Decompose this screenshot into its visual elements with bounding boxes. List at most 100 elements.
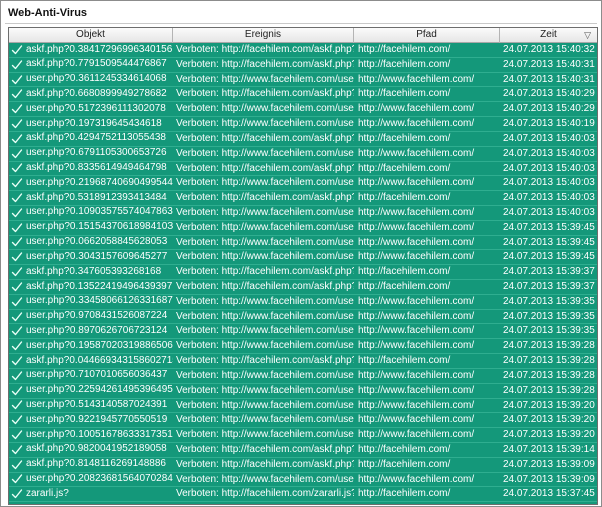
table-row[interactable]: user.php?0.5143140587024391 Verboten: htt… bbox=[9, 399, 597, 414]
table-header: Objekt Ereignis Pfad Zeit ▽ bbox=[9, 28, 597, 43]
table-row[interactable]: user.php?0.9708431526087224 Verboten: htt… bbox=[9, 310, 597, 325]
cell-objekt-text: askf.php?0.5318912393413484 bbox=[26, 191, 167, 203]
cell-objekt-text: askf.php?0.13522419496439397 bbox=[26, 280, 173, 292]
cell-pfad: http://facehilem.com/ bbox=[358, 192, 451, 204]
table-row[interactable]: user.php?0.8970626706723124 Verboten: htt… bbox=[9, 324, 597, 340]
cell-pfad: http://www.facehilem.com/ bbox=[358, 295, 475, 307]
table-row[interactable]: user.php?0.5172396111302078 Verboten: htt… bbox=[9, 102, 597, 118]
cell-objekt: zararli.js? bbox=[9, 487, 173, 501]
checkmark-icon bbox=[11, 162, 23, 174]
table-row[interactable]: user.php?0.6791105300653726 Verboten: htt… bbox=[9, 147, 597, 162]
cell-zeit: 24.07.2013 15:40:29 bbox=[503, 88, 595, 100]
cell-objekt-text: askf.php?0.347605393268168 bbox=[26, 265, 162, 277]
cell-objekt: user.php?0.9708431526087224 bbox=[9, 310, 173, 324]
cell-objekt-text: user.php?0.3611245334614068 bbox=[26, 73, 167, 85]
checkmark-icon bbox=[11, 222, 23, 234]
checkmark-icon bbox=[11, 266, 23, 278]
cell-ereignis: Verboten: http://facehilem.com/zararli.j… bbox=[176, 488, 354, 500]
cell-ereignis: Verboten: http://facehilem.com/askf.php?… bbox=[176, 281, 354, 292]
cell-objekt: user.php?0.197319645434618 bbox=[9, 117, 173, 131]
cell-pfad: http://www.facehilem.com/ bbox=[358, 325, 475, 337]
cell-pfad: http://facehilem.com/ bbox=[358, 355, 451, 367]
cell-ereignis: Verboten: http://www.facehilem.com/user.… bbox=[176, 429, 354, 441]
cell-ereignis: Verboten: http://facehilem.com/askf.php?… bbox=[176, 44, 354, 55]
table-row[interactable]: askf.php?0.13522419496439397 Verboten: ht… bbox=[9, 280, 597, 295]
cell-pfad: http://www.facehilem.com/ bbox=[358, 384, 475, 396]
table-row[interactable]: askf.php?0.7791509544476867 Verboten: htt… bbox=[9, 58, 597, 73]
cell-objekt: askf.php?0.044669343158602715 bbox=[9, 354, 173, 368]
checkmark-icon bbox=[11, 325, 23, 337]
table-row[interactable]: askf.php?0.8148116269148886 Verboten: htt… bbox=[9, 458, 597, 473]
table-row[interactable]: user.php?0.9221945770550519 Verboten: htt… bbox=[9, 413, 597, 429]
table-row[interactable]: user.php?0.33458066126331687 Verboten: ht… bbox=[9, 295, 597, 310]
table-row[interactable]: user.php?0.197319645434618 Verboten: http… bbox=[9, 117, 597, 132]
cell-objekt: askf.php?0.8335614949464798 bbox=[9, 162, 173, 176]
table-row[interactable]: askf.php?0.6680899949278682 Verboten: htt… bbox=[9, 87, 597, 103]
cell-pfad: http://www.facehilem.com/ bbox=[358, 103, 475, 115]
cell-objekt-text: user.php?0.5172396111302078 bbox=[26, 102, 166, 114]
checkmark-icon bbox=[11, 414, 23, 426]
cell-ereignis: Verboten: http://www.facehilem.com/user.… bbox=[176, 295, 354, 307]
table-row[interactable]: user.php?0.19587020319886506 Verboten: ht… bbox=[9, 339, 597, 355]
events-table[interactable]: Objekt Ereignis Pfad Zeit ▽ askf.php?0.3… bbox=[8, 27, 598, 505]
cell-pfad: http://www.facehilem.com/ bbox=[358, 118, 475, 130]
cell-zeit: 24.07.2013 15:39:20 bbox=[503, 414, 595, 426]
cell-objekt-text: user.php?0.0662058845628053 bbox=[26, 236, 168, 248]
cell-objekt: user.php?0.3043157609645277 bbox=[9, 250, 173, 264]
table-row[interactable]: askf.php?0.347605393268168 Verboten: http… bbox=[9, 265, 597, 280]
web-anti-virus-window: Web-Anti-Virus Objekt Ereignis Pfad Zeit… bbox=[0, 0, 602, 507]
cell-pfad: http://www.facehilem.com/ bbox=[358, 236, 475, 248]
checkmark-icon bbox=[11, 74, 23, 86]
column-header-ereignis[interactable]: Ereignis bbox=[173, 28, 354, 43]
table-row[interactable]: user.php?0.3611245334614068 Verboten: htt… bbox=[9, 73, 597, 88]
cell-objekt: askf.php?0.6680899949278682 bbox=[9, 87, 173, 101]
column-header-zeit[interactable]: Zeit ▽ bbox=[500, 28, 597, 43]
table-row[interactable]: zararli.js? Verboten: http://facehilem.co… bbox=[9, 487, 597, 503]
table-row[interactable]: askf.php?0.9820041952189058 Verboten: htt… bbox=[9, 443, 597, 458]
cell-pfad: http://facehilem.com/ bbox=[358, 162, 451, 174]
cell-objekt-text: user.php?0.6791105300653726 bbox=[26, 147, 167, 159]
cell-objekt: user.php?0.1515437061898410З bbox=[9, 221, 173, 235]
cell-ereignis: Verboten: http://www.facehilem.com/user.… bbox=[176, 384, 354, 396]
table-row[interactable]: user.php?0.7107010656036437 Verboten: htt… bbox=[9, 369, 597, 384]
cell-zeit: 24.07.2013 15:40:03 bbox=[503, 206, 595, 218]
table-row[interactable]: user.php?0.10903575574047863 Verboten: ht… bbox=[9, 206, 597, 221]
cell-ereignis: Verboten: http://www.facehilem.com/user.… bbox=[176, 103, 354, 115]
table-row[interactable]: askf.php?0.4294752113055438 Verboten: htt… bbox=[9, 132, 597, 147]
table-row[interactable]: askf.php?0.044669343158602715 Verboten: h… bbox=[9, 354, 597, 369]
cell-objekt-text: user.php?0.9708431526087224 bbox=[26, 310, 168, 322]
table-row[interactable]: askf.php?0.38417296996340156 Verboten: ht… bbox=[9, 43, 597, 58]
cell-pfad: http://www.facehilem.com/ bbox=[358, 399, 475, 411]
cell-zeit: 24.07.2013 15:40:31 bbox=[503, 58, 595, 70]
cell-objekt: user.php?0.5143140587024391 bbox=[9, 399, 173, 413]
table-row[interactable]: user.php?0.1515437061898410З Verboten: ht… bbox=[9, 221, 597, 236]
table-row[interactable]: user.php?0.0662058845628053 Verboten: htt… bbox=[9, 236, 597, 251]
cell-zeit: 24.07.2013 15:40:19 bbox=[503, 118, 595, 130]
cell-ereignis: Verboten: http://www.facehilem.com/user.… bbox=[176, 221, 354, 233]
column-header-pfad[interactable]: Pfad bbox=[354, 28, 500, 43]
table-row[interactable]: askf.php?0.5318912393413484 Verboten: htt… bbox=[9, 191, 597, 206]
cell-pfad: http://www.facehilem.com/ bbox=[358, 429, 475, 441]
cell-objekt: askf.php?0.8148116269148886 bbox=[9, 458, 173, 472]
table-row[interactable]: user.php?0.21968740690499544 Verboten: ht… bbox=[9, 176, 597, 192]
cell-ereignis: Verboten: http://www.facehilem.com/user.… bbox=[176, 236, 354, 248]
cell-objekt: user.php?0.19587020319886506 bbox=[9, 339, 173, 353]
cell-ereignis: Verboten: http://facehilem.com/askf.php?… bbox=[176, 88, 354, 100]
cell-objekt: askf.php?0.38417296996340156 bbox=[9, 43, 173, 57]
checkmark-icon bbox=[11, 370, 23, 382]
column-header-zeit-label: Zeit bbox=[540, 29, 557, 40]
table-row[interactable]: askf.php?0.8335614949464798 Verboten: htt… bbox=[9, 162, 597, 177]
cell-zeit: 24.07.2013 15:40:03 bbox=[503, 192, 595, 204]
checkmark-icon bbox=[11, 444, 23, 456]
cell-ereignis: Verboten: http://www.facehilem.com/user.… bbox=[176, 414, 354, 426]
column-header-objekt[interactable]: Objekt bbox=[9, 28, 173, 43]
checkmark-icon bbox=[11, 177, 23, 189]
cell-objekt-text: askf.php?0.4294752113055438 bbox=[26, 132, 166, 144]
table-row[interactable]: user.php?0.10051678633317351 Verboten: ht… bbox=[9, 428, 597, 443]
cell-pfad: http://www.facehilem.com/ bbox=[358, 369, 475, 381]
table-row[interactable]: user.php?0.20823681564070284 Verboten: ht… bbox=[9, 473, 597, 488]
table-row[interactable]: user.php?0.3043157609645277 Verboten: htt… bbox=[9, 250, 597, 266]
cell-ereignis: Verboten: http://www.facehilem.com/user.… bbox=[176, 369, 354, 381]
table-row[interactable]: user.php?0.22594261495396495 Verboten: ht… bbox=[9, 384, 597, 399]
cell-zeit: 24.07.2013 15:39:37 bbox=[503, 266, 595, 278]
